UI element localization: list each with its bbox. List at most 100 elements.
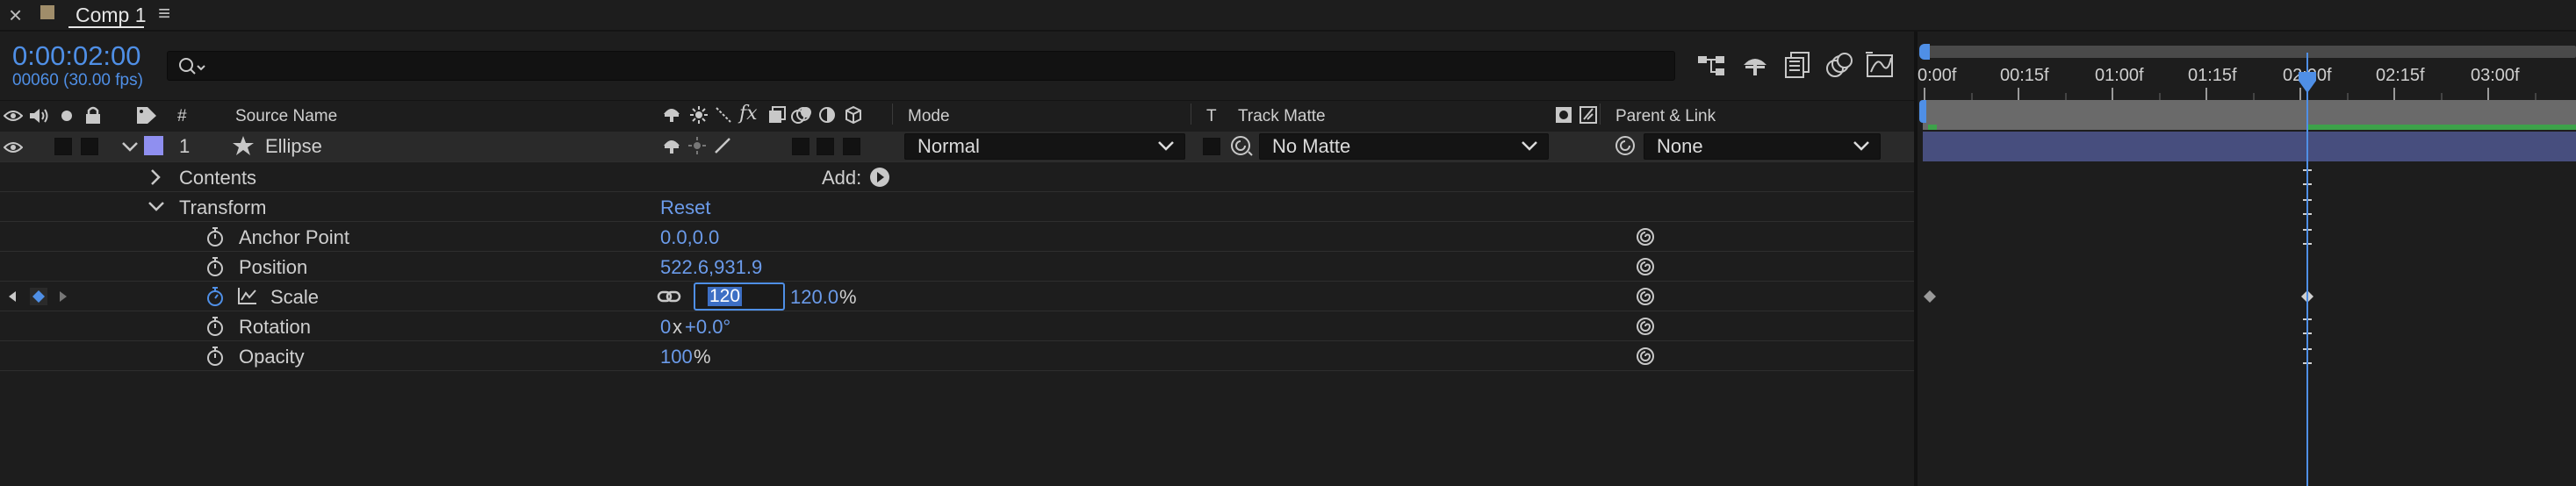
transform-reset-link[interactable]: Reset — [660, 197, 710, 219]
graph-icon[interactable] — [237, 286, 258, 305]
layer-solo-switch[interactable] — [81, 138, 98, 155]
transform-label[interactable]: Transform — [179, 197, 266, 219]
panel-menu-icon[interactable]: ≡ — [158, 2, 170, 26]
expression-pickwhip-icon[interactable] — [1635, 256, 1656, 277]
rotation-x-separator: x — [673, 316, 682, 338]
blend-mode-dropdown[interactable]: Normal — [904, 133, 1185, 160]
position-label: Position — [239, 256, 308, 278]
blend-mode-value: Normal — [917, 135, 980, 157]
position-value[interactable]: 522.6,931.9 — [660, 256, 762, 279]
previous-keyframe-icon[interactable] — [7, 289, 18, 304]
comp-tab-title[interactable]: Comp 1 — [76, 4, 147, 27]
layer-quality-switch-icon[interactable] — [713, 137, 732, 154]
video-switch-header-icon — [4, 109, 23, 123]
motion-blur-icon[interactable] — [1824, 51, 1854, 79]
active-tab-underline — [68, 26, 144, 28]
opacity-value[interactable]: 100 — [660, 346, 693, 368]
chevron-down-icon — [1520, 138, 1539, 154]
index-column-header: # — [177, 107, 187, 125]
layer-duration-bar[interactable] — [1923, 132, 2576, 161]
rotation-degrees-value[interactable]: +0.0° — [685, 316, 730, 339]
track-matte-t-column-header: T — [1206, 107, 1217, 125]
stopwatch-icon[interactable] — [205, 346, 225, 367]
contents-label[interactable]: Contents — [179, 167, 256, 189]
expression-pickwhip-icon[interactable] — [1635, 346, 1656, 367]
track-matte-column-header[interactable]: Track Matte — [1238, 107, 1326, 126]
rotation-revolutions-value[interactable]: 0 — [660, 316, 671, 339]
time-navigator-bar[interactable] — [1923, 46, 2576, 58]
add-label: Add: — [822, 167, 862, 189]
rotation-label: Rotation — [239, 316, 311, 338]
work-area-start-handle[interactable] — [1919, 100, 1926, 123]
layer-visibility-eye-icon[interactable] — [4, 140, 23, 154]
add-keyframe-icon[interactable] — [30, 288, 47, 305]
3d-layer-header-icon — [845, 105, 862, 125]
composition-flowchart-icon[interactable] — [1696, 53, 1726, 79]
expression-pickwhip-icon[interactable] — [1635, 286, 1656, 307]
layer-index: 1 — [179, 135, 191, 157]
motion-blur-header-icon — [790, 105, 813, 125]
add-menu-button[interactable] — [869, 167, 890, 188]
search-input[interactable] — [212, 54, 1616, 77]
track-matte-pickwhip-icon[interactable] — [1229, 134, 1254, 157]
layer-name[interactable]: Ellipse — [265, 135, 322, 158]
scale-edit-text: 120 — [708, 286, 743, 306]
stopwatch-icon[interactable] — [205, 226, 225, 247]
parent-value: None — [1657, 135, 1703, 157]
ruler-tick-label: 03:00f — [2471, 66, 2520, 85]
track-matte-dropdown[interactable]: No Matte — [1259, 133, 1549, 160]
keyframe-marker-icon[interactable] — [1923, 289, 1937, 304]
collapse-transform-chevron-icon[interactable] — [148, 200, 165, 212]
source-name-column-header[interactable]: Source Name — [235, 107, 337, 126]
close-tab-button[interactable]: × — [9, 2, 22, 29]
opacity-label: Opacity — [239, 346, 305, 368]
chevron-down-icon — [1156, 138, 1176, 154]
expand-layer-chevron-icon[interactable] — [121, 140, 139, 153]
track-matte-value: No Matte — [1272, 135, 1351, 157]
layer-label-color[interactable] — [144, 136, 163, 155]
ruler-tick-label: 02:15f — [2376, 66, 2425, 85]
expand-contents-chevron-icon[interactable] — [149, 168, 162, 186]
chevron-down-icon — [1852, 138, 1871, 154]
layer-fx-switch[interactable] — [792, 138, 809, 155]
current-time-indicator-line[interactable] — [2306, 53, 2308, 486]
ruler-ticks — [1924, 88, 2536, 100]
expression-pickwhip-icon[interactable] — [1635, 316, 1656, 337]
search-field[interactable] — [167, 51, 1675, 81]
expression-pickwhip-icon[interactable] — [1635, 226, 1656, 247]
graph-editor-icon[interactable] — [1865, 51, 1896, 79]
stopwatch-icon[interactable] — [205, 316, 225, 337]
work-area-green-start — [1928, 125, 1937, 130]
layer-shy-switch-icon[interactable] — [662, 137, 681, 154]
scale-edit-field[interactable]: 120 — [694, 282, 785, 311]
stopwatch-active-icon[interactable] — [205, 286, 225, 307]
ruler-tick-label: 00:15f — [2000, 66, 2049, 85]
constrain-proportions-link-icon[interactable] — [657, 288, 681, 305]
time-navigator-start-handle[interactable] — [1919, 44, 1930, 60]
anchor-point-value[interactable]: 0.0,0.0 — [660, 226, 719, 249]
layer-motion-blur-switch[interactable] — [843, 138, 860, 155]
adjustment-layer-header-icon — [818, 106, 836, 124]
matte-header-icon — [1554, 105, 1573, 125]
current-timecode[interactable]: 0:00:02:00 — [12, 40, 141, 72]
parent-link-column-header[interactable]: Parent & Link — [1615, 107, 1716, 126]
scale-y-value[interactable]: 120.0 — [790, 286, 838, 309]
stopwatch-icon[interactable] — [205, 256, 225, 277]
ruler-tick-label: 0:00f — [1918, 66, 1957, 85]
parent-pickwhip-icon[interactable] — [1614, 134, 1638, 157]
ruler-tick-label: 01:00f — [2095, 66, 2144, 85]
fx-header-icon: fx — [739, 103, 758, 125]
scale-label: Scale — [270, 286, 320, 308]
mode-column-header[interactable]: Mode — [908, 107, 950, 126]
shy-layers-icon[interactable] — [1740, 53, 1770, 79]
current-time-indicator-head[interactable] — [2297, 70, 2318, 95]
layer-collapse-switch-icon[interactable] — [688, 137, 706, 154]
ruler-tick-label: 01:15f — [2188, 66, 2237, 85]
preserve-transparency-switch[interactable] — [1203, 138, 1220, 155]
parent-dropdown[interactable]: None — [1644, 133, 1881, 160]
matte-alpha-header-icon — [1579, 105, 1598, 125]
frame-blending-icon[interactable] — [1782, 51, 1812, 79]
layer-audio-switch[interactable] — [54, 138, 72, 155]
next-keyframe-icon[interactable] — [58, 289, 68, 304]
layer-frame-blend-switch[interactable] — [817, 138, 834, 155]
